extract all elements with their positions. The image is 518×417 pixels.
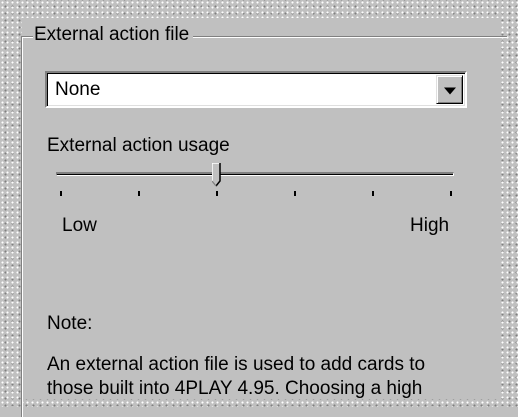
usage-slider-label: External action usage xyxy=(47,135,230,156)
usage-slider-tick xyxy=(294,191,296,196)
chevron-down-icon xyxy=(443,87,456,95)
groupbox-title: External action file xyxy=(33,22,194,48)
usage-slider-tick xyxy=(372,191,374,196)
note-text: An external action file is used to add c… xyxy=(47,353,487,401)
usage-slider-min-label: Low xyxy=(62,215,97,236)
usage-slider-tick xyxy=(216,191,218,196)
action-file-dropdown[interactable]: None xyxy=(45,71,467,108)
usage-slider-thumb[interactable] xyxy=(212,163,221,187)
note-text-line: An external action file is used to add c… xyxy=(47,354,426,375)
usage-slider-max-label: High xyxy=(410,215,450,236)
dropdown-arrow-button[interactable] xyxy=(436,75,463,104)
usage-slider-tick xyxy=(60,191,62,196)
usage-slider-tick xyxy=(138,191,140,196)
note-heading: Note: xyxy=(47,313,93,334)
usage-slider-track[interactable] xyxy=(56,172,454,176)
note-text-line: those built into 4PLAY 4.95. Choosing a … xyxy=(47,378,423,399)
usage-slider-tick xyxy=(450,191,452,196)
action-file-dropdown-value: None xyxy=(55,79,101,100)
